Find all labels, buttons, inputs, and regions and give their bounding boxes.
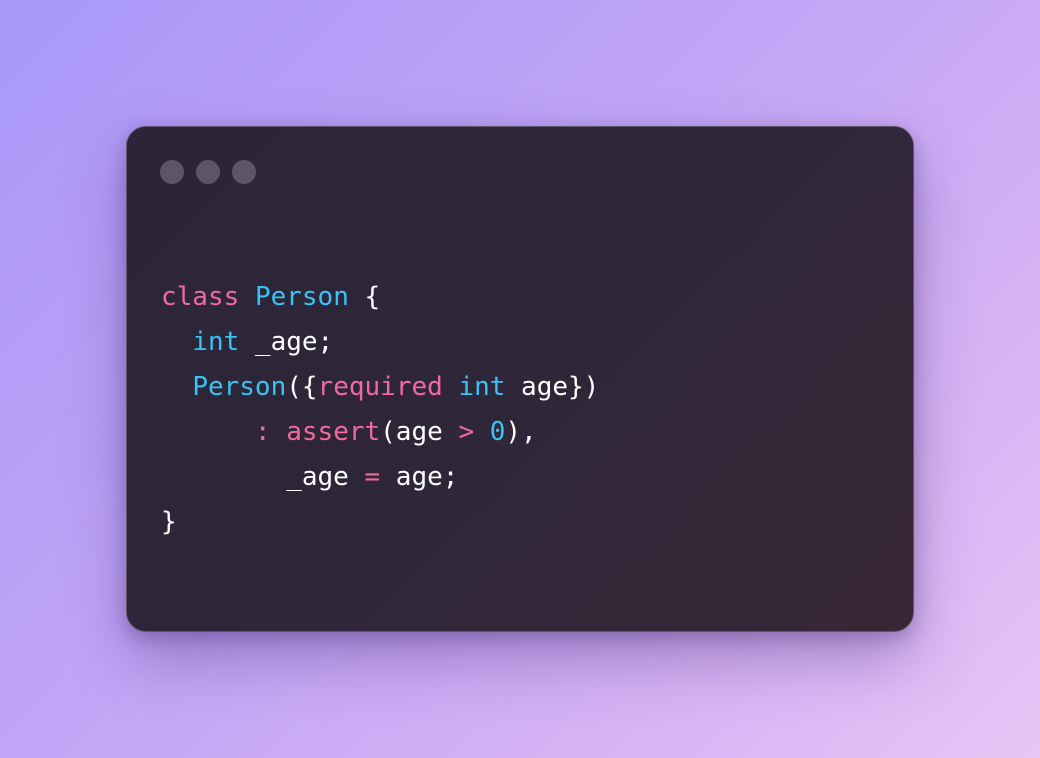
code-line: int _age; — [161, 320, 599, 365]
code-token: age}) — [505, 372, 600, 402]
code-line: _age = age; — [161, 455, 599, 500]
code-token: : — [254, 417, 271, 447]
code-token: Person — [254, 282, 349, 312]
window-controls — [160, 160, 256, 184]
code-token: ), — [505, 417, 537, 447]
code-token: _age — [161, 462, 365, 492]
window-dot-2 — [196, 160, 220, 184]
code-block: class Person { int _age; Person({require… — [161, 275, 599, 545]
code-token: = — [364, 462, 381, 492]
code-token: required — [317, 372, 443, 402]
code-token: age; — [380, 462, 459, 492]
code-line: : assert(age > 0), — [161, 410, 599, 455]
code-token: } — [161, 507, 177, 537]
code-token: class — [161, 282, 240, 312]
code-token: int — [458, 372, 506, 402]
code-token: _age; — [239, 327, 334, 357]
window-dot-1 — [160, 160, 184, 184]
code-line: class Person { — [161, 275, 599, 320]
code-line: } — [161, 500, 599, 545]
code-token: int — [192, 327, 240, 357]
code-token: 0 — [489, 417, 506, 447]
code-token: > — [458, 417, 475, 447]
window-dot-3 — [232, 160, 256, 184]
code-window: class Person { int _age; Person({require… — [126, 126, 914, 632]
code-token: Person — [192, 372, 287, 402]
code-token: assert — [286, 417, 381, 447]
code-line: Person({required int age}) — [161, 365, 599, 410]
code-token: { — [348, 282, 381, 312]
code-token: (age — [380, 417, 459, 447]
code-token: ({ — [286, 372, 318, 402]
